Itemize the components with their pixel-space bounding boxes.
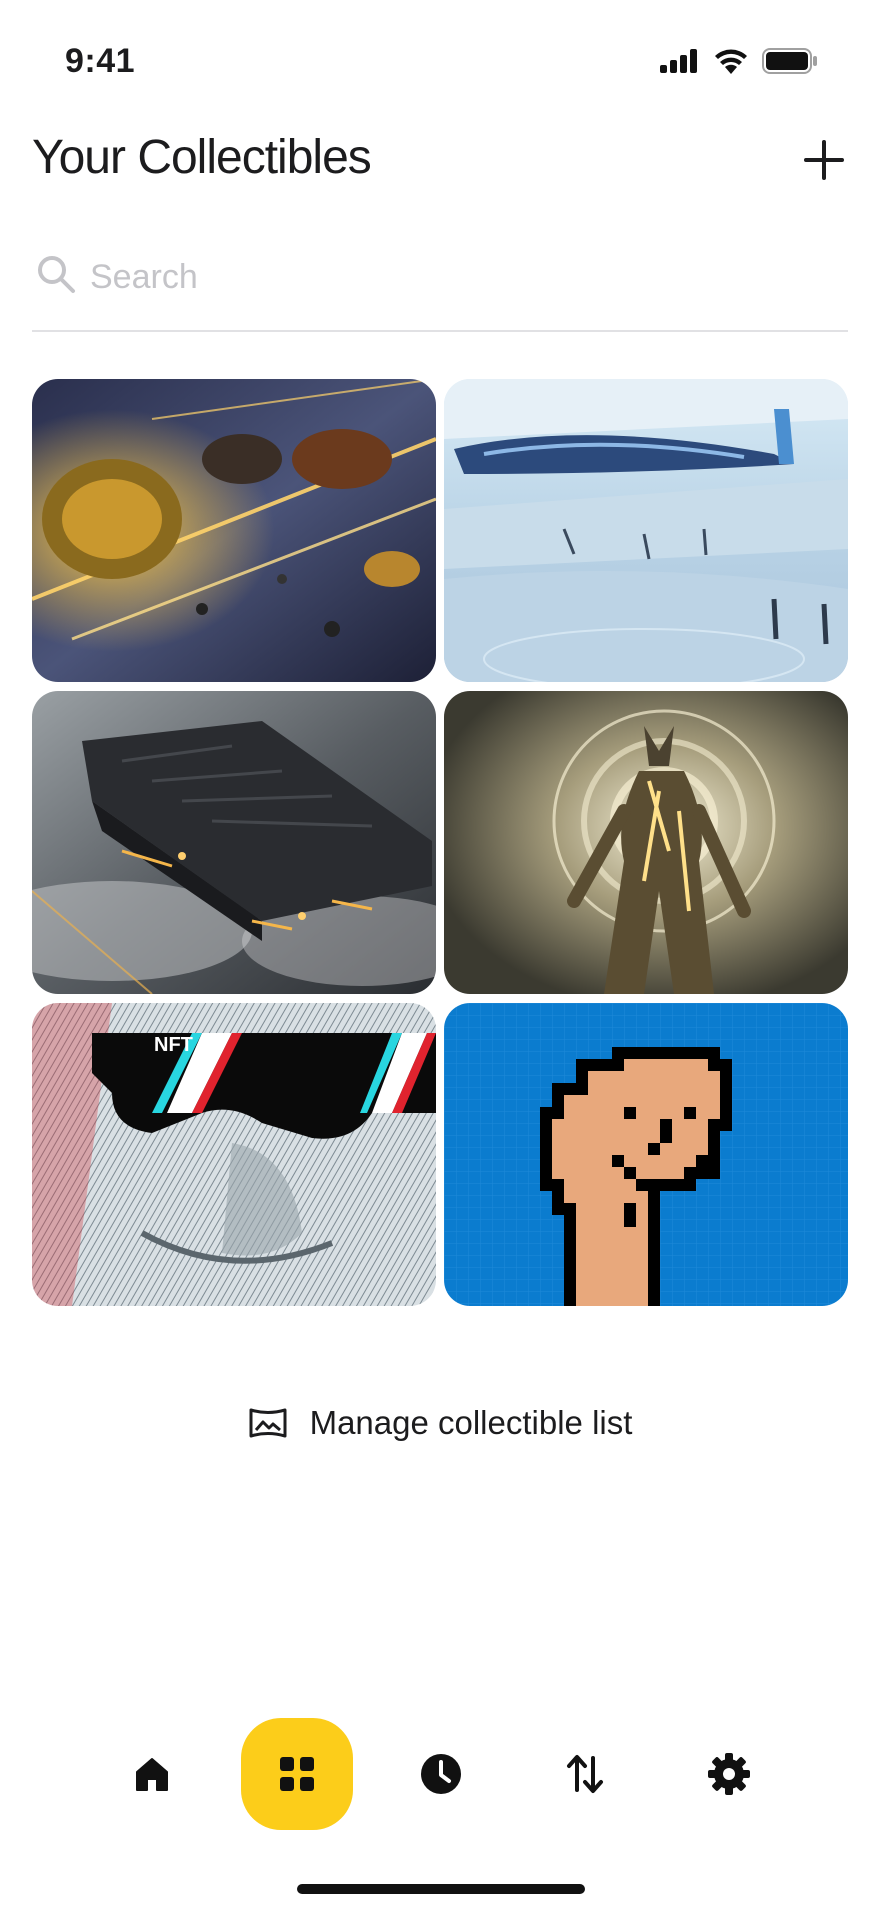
status-time: 9:41 — [65, 42, 136, 80]
manage-collectible-list-label: Manage collectible list — [309, 1404, 633, 1441]
gear-icon — [708, 1753, 750, 1795]
monolith-artwork — [32, 691, 436, 994]
plus-icon — [804, 140, 844, 180]
home-indicator — [297, 1884, 585, 1894]
collectible-card-monolith[interactable] — [32, 691, 436, 994]
status-icons — [660, 48, 818, 74]
nav-settings[interactable] — [673, 1718, 785, 1830]
wifi-icon — [715, 49, 747, 74]
cellular-signal-icon — [660, 49, 697, 73]
collectible-card-spaceport[interactable] — [444, 379, 848, 682]
collectible-card-nft-glasses[interactable]: NFT — [32, 1003, 436, 1306]
pixel-punk-artwork — [444, 1003, 848, 1306]
nav-collectibles[interactable] — [241, 1718, 353, 1830]
clock-icon — [421, 1754, 461, 1794]
search-input[interactable] — [88, 250, 832, 304]
collectible-card-space-battle[interactable] — [32, 379, 436, 682]
search-icon — [38, 256, 75, 293]
nav-home[interactable] — [96, 1718, 208, 1830]
page-title: Your Collectibles — [32, 131, 372, 184]
collectible-card-glowing-being[interactable] — [444, 691, 848, 994]
add-collectible-button[interactable] — [800, 136, 848, 184]
battery-icon — [762, 48, 817, 74]
transfer-arrows-icon — [567, 1755, 603, 1793]
space-battle-artwork — [32, 379, 436, 682]
search-bar — [32, 250, 848, 332]
nft-glasses-artwork: NFT — [32, 1003, 436, 1306]
bottom-navigation — [0, 1718, 880, 1830]
home-icon — [136, 1758, 168, 1791]
glowing-being-artwork — [444, 691, 848, 994]
collectible-card-pixel-punk[interactable] — [444, 1003, 848, 1306]
nft-overlay-text: NFT — [154, 1034, 193, 1056]
spaceport-artwork — [444, 379, 848, 682]
status-bar: 9:41 — [0, 0, 880, 120]
image-frame-icon — [249, 1408, 287, 1438]
nav-transfer[interactable] — [529, 1718, 641, 1830]
nav-history[interactable] — [385, 1718, 497, 1830]
manage-collectible-list-button[interactable]: Manage collectible list — [0, 1404, 880, 1442]
grid-icon — [280, 1757, 314, 1791]
